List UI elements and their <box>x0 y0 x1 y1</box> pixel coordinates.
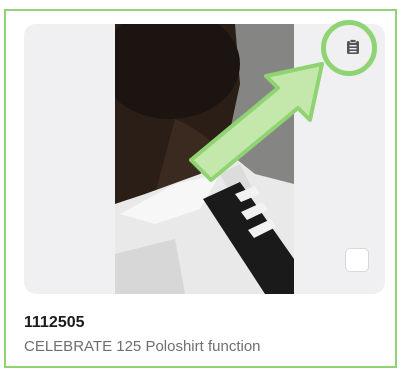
product-image-area[interactable] <box>24 24 385 294</box>
clipboard-icon <box>346 38 360 60</box>
product-id: 1112505 <box>24 314 85 331</box>
product-name[interactable]: CELEBRATE 125 Poloshirt function <box>24 338 261 355</box>
clipboard-button[interactable] <box>338 34 368 64</box>
select-checkbox[interactable] <box>345 248 369 272</box>
product-photo <box>115 24 294 294</box>
